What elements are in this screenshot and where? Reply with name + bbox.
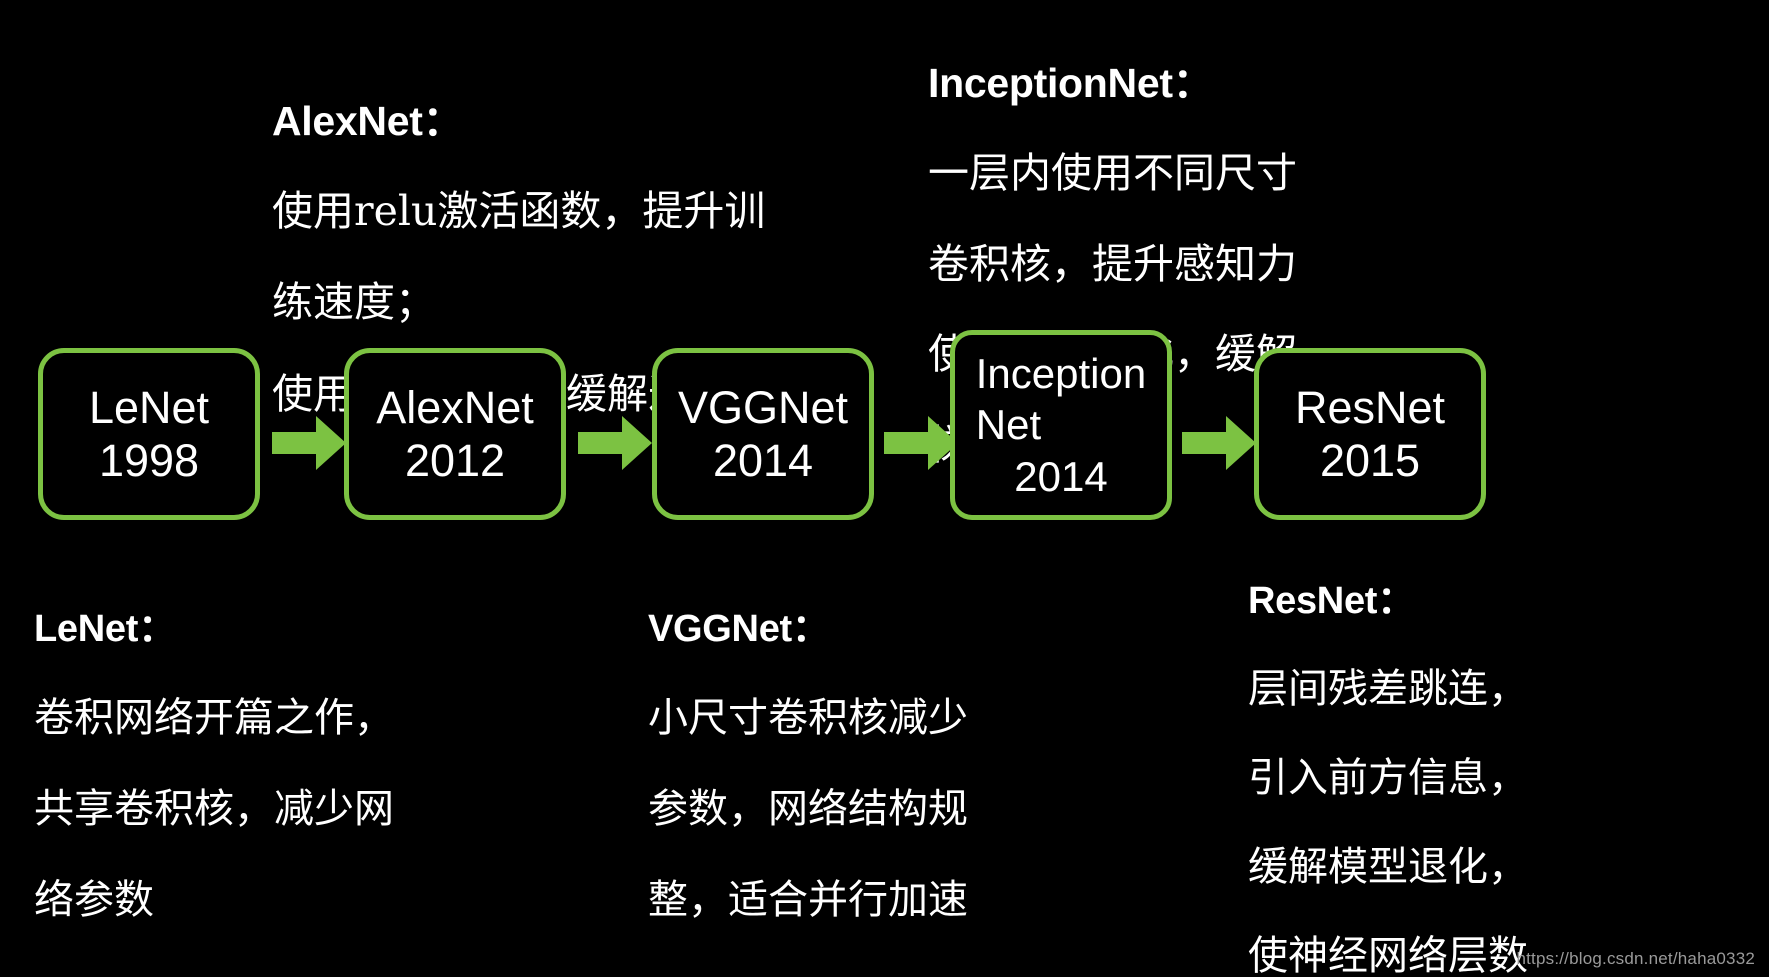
arrow-right-icon	[884, 414, 958, 472]
flow-node-resnet-year: 2015	[1319, 435, 1421, 486]
annotation-vggnet-line-2: 参数，网络结构规	[648, 786, 968, 833]
flow-node-lenet[interactable]: LeNet 1998	[38, 348, 260, 520]
arrow-right-icon	[578, 414, 652, 472]
annotation-vggnet-line-1: 小尺寸卷积核减少	[648, 694, 968, 741]
network-timeline-flowchart: LeNet 1998 AlexNet 2012 VGGNet 2014 Ince…	[0, 310, 1769, 560]
annotation-vggnet-line-3: 整，适合并行加速	[648, 877, 968, 924]
flow-node-alexnet-year: 2012	[404, 435, 506, 486]
flow-node-vggnet-year: 2014	[712, 435, 814, 486]
annotation-inceptionnet-header: InceptionNet：	[928, 60, 1214, 107]
annotation-alexnet-header: AlexNet：	[272, 98, 464, 145]
arrow-right-icon	[272, 414, 346, 472]
flow-node-vggnet[interactable]: VGGNet 2014	[652, 348, 874, 520]
slide-canvas: AlexNet： 使用relu激活函数，提升训 练速度； 使用Dropout，缓…	[0, 0, 1769, 977]
annotation-inceptionnet-line-2: 卷积核，提升感知力	[928, 239, 1297, 288]
flow-node-alexnet-name: AlexNet	[376, 381, 534, 433]
flow-node-resnet-name: ResNet	[1294, 381, 1446, 433]
annotation-lenet: LeNet： 卷积网络开篇之作， 共享卷积核，减少网 络参数	[34, 568, 394, 965]
annotation-vggnet: VGGNet： 小尺寸卷积核减少 参数，网络结构规 整，适合并行加速	[648, 568, 968, 965]
flow-node-lenet-year: 1998	[98, 435, 200, 486]
annotation-resnet-line-1: 层间残差跳连，	[1248, 665, 1528, 712]
flow-node-inceptionnet-year: 2014	[1014, 452, 1108, 500]
annotation-inceptionnet-line-1: 一层内使用不同尺寸	[928, 148, 1297, 197]
annotation-resnet: ResNet： 层间残差跳连， 引入前方信息， 缓解模型退化， 使神经网络层数 …	[1248, 540, 1528, 977]
flow-node-inceptionnet-name: Inception Net	[975, 350, 1147, 449]
annotation-resnet-line-4: 使神经网络层数	[1248, 933, 1528, 977]
flow-node-lenet-name: LeNet	[88, 381, 210, 433]
annotation-resnet-line-2: 引入前方信息，	[1248, 755, 1528, 802]
annotation-lenet-line-1: 卷积网络开篇之作，	[34, 694, 394, 741]
flow-node-vggnet-name: VGGNet	[677, 381, 849, 433]
annotation-lenet-header: LeNet：	[34, 608, 176, 651]
arrow-right-icon	[1182, 414, 1256, 472]
annotation-resnet-line-3: 缓解模型退化，	[1248, 844, 1528, 891]
annotation-lenet-line-2: 共享卷积核，减少网	[34, 786, 394, 833]
annotation-resnet-header: ResNet：	[1248, 580, 1415, 623]
annotation-lenet-line-3: 络参数	[34, 877, 154, 924]
flow-node-resnet[interactable]: ResNet 2015	[1254, 348, 1486, 520]
annotation-vggnet-header: VGGNet：	[648, 608, 830, 651]
flow-node-alexnet[interactable]: AlexNet 2012	[344, 348, 566, 520]
watermark: https://blog.csdn.net/haha0332	[1516, 949, 1755, 968]
flow-node-inceptionnet[interactable]: Inception Net 2014	[950, 330, 1172, 520]
annotation-alexnet-line-1: 使用relu激活函数，提升训	[272, 186, 766, 235]
